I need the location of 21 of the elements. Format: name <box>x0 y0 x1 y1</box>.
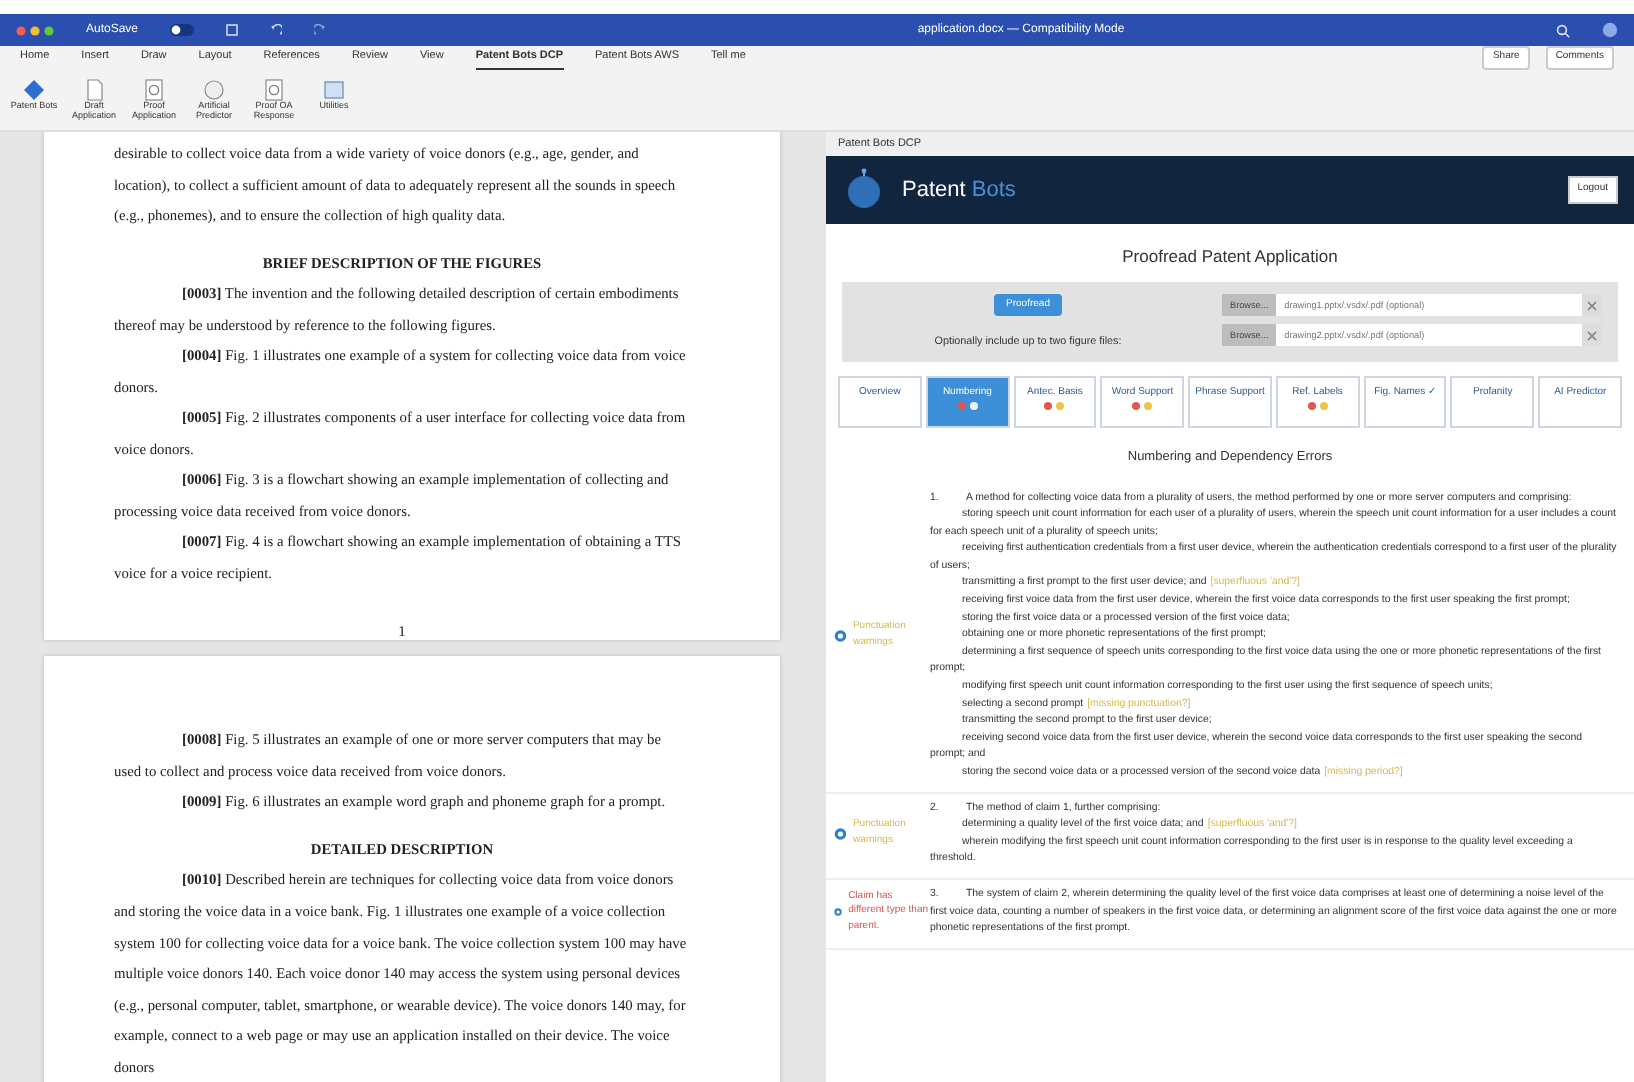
redo-icon[interactable] <box>314 24 327 36</box>
window-controls-icon <box>16 25 54 35</box>
grid-icon <box>322 78 346 102</box>
circle-icon <box>202 78 226 102</box>
search-icon[interactable] <box>1555 23 1570 37</box>
add-icon[interactable] <box>834 825 847 842</box>
save-icon[interactable] <box>226 24 239 36</box>
brand-name: Patent Bots <box>902 175 1016 206</box>
document-icon <box>82 78 106 102</box>
clear-icon[interactable] <box>1582 323 1602 346</box>
account-icon[interactable] <box>1601 22 1618 38</box>
page-title: Proofread Patent Application <box>1120 244 1340 270</box>
magnifier-icon <box>142 78 166 102</box>
add-icon[interactable] <box>834 903 843 920</box>
toggle-icon <box>170 24 195 36</box>
clear-icon[interactable] <box>1582 293 1602 316</box>
diamond-icon <box>22 78 46 102</box>
robot-head-icon <box>842 168 886 212</box>
add-icon[interactable] <box>834 627 847 644</box>
undo-icon[interactable] <box>270 24 283 36</box>
magnifier-icon <box>262 78 286 102</box>
